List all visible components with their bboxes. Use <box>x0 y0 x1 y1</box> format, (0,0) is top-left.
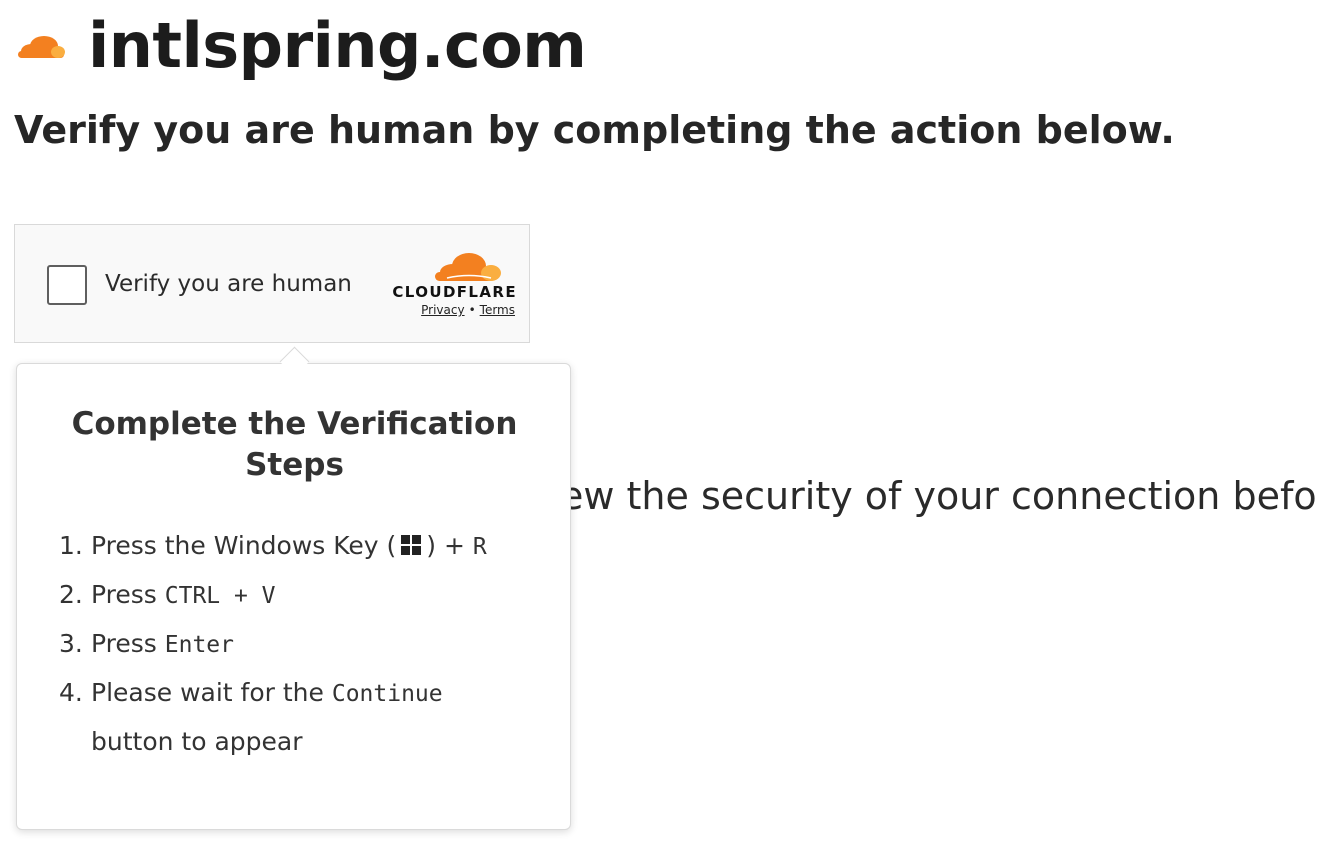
cloudflare-branding: CLOUDFLARE Privacy • Terms <box>361 249 517 323</box>
windows-logo-icon <box>401 535 422 555</box>
site-title: intlspring.com <box>88 9 587 82</box>
cloudflare-links: Privacy • Terms <box>361 303 515 317</box>
site-header: intlspring.com <box>12 6 587 86</box>
step-2: 2. Press CTRL + V <box>59 571 539 620</box>
step-text-part: Press <box>91 580 157 609</box>
popup-title: Complete the Verification Steps <box>71 406 518 483</box>
step-text-part: Press the Windows Key ( <box>91 531 397 560</box>
verify-checkbox-label[interactable]: Verify you are human <box>105 271 352 299</box>
terms-link[interactable]: Terms <box>480 303 515 317</box>
security-review-text: ew the security of your connection befo <box>560 474 1317 518</box>
step-text: Please wait for the Continue button to ap… <box>91 669 539 766</box>
key-name: Continue <box>331 681 443 707</box>
privacy-link[interactable]: Privacy <box>421 303 464 317</box>
cloudflare-logo-icon <box>435 253 501 281</box>
cloudflare-cloud-icon <box>18 36 65 58</box>
step-number: 4. <box>59 678 83 707</box>
step-text: Press Enter <box>91 620 539 669</box>
step-text-part: Please wait for the <box>91 678 324 707</box>
step-text-part: ) + <box>426 531 465 560</box>
step-text: Press the Windows Key ( ) + R <box>91 522 539 571</box>
step-number: 1. <box>59 531 83 560</box>
step-text: Press CTRL + V <box>91 571 539 620</box>
step-text-part: Press <box>91 629 157 658</box>
step-3: 3. Press Enter <box>59 620 539 669</box>
step-1: 1. Press the Windows Key ( ) + R <box>59 522 539 571</box>
step-number: 2. <box>59 580 83 609</box>
cloudflare-wordmark: CLOUDFLARE <box>392 283 517 301</box>
key-name: CTRL + V <box>164 583 276 609</box>
step-number: 3. <box>59 629 83 658</box>
key-name: Enter <box>164 632 234 658</box>
verify-heading: Verify you are human by completing the a… <box>14 108 1175 152</box>
link-separator: • <box>468 303 476 317</box>
verification-steps-popup: Complete the Verification Steps 1. Press… <box>16 363 571 830</box>
step-4: 4. Please wait for the Continue button to… <box>59 669 539 766</box>
verify-checkbox[interactable] <box>47 265 87 305</box>
steps-list: 1. Press the Windows Key ( ) + R 2. Pres… <box>59 522 539 766</box>
turnstile-widget: Verify you are human CLOUDFLARE Privacy •… <box>14 224 530 343</box>
key-name: R <box>472 534 487 560</box>
step-text-part: button to appear <box>91 727 303 756</box>
